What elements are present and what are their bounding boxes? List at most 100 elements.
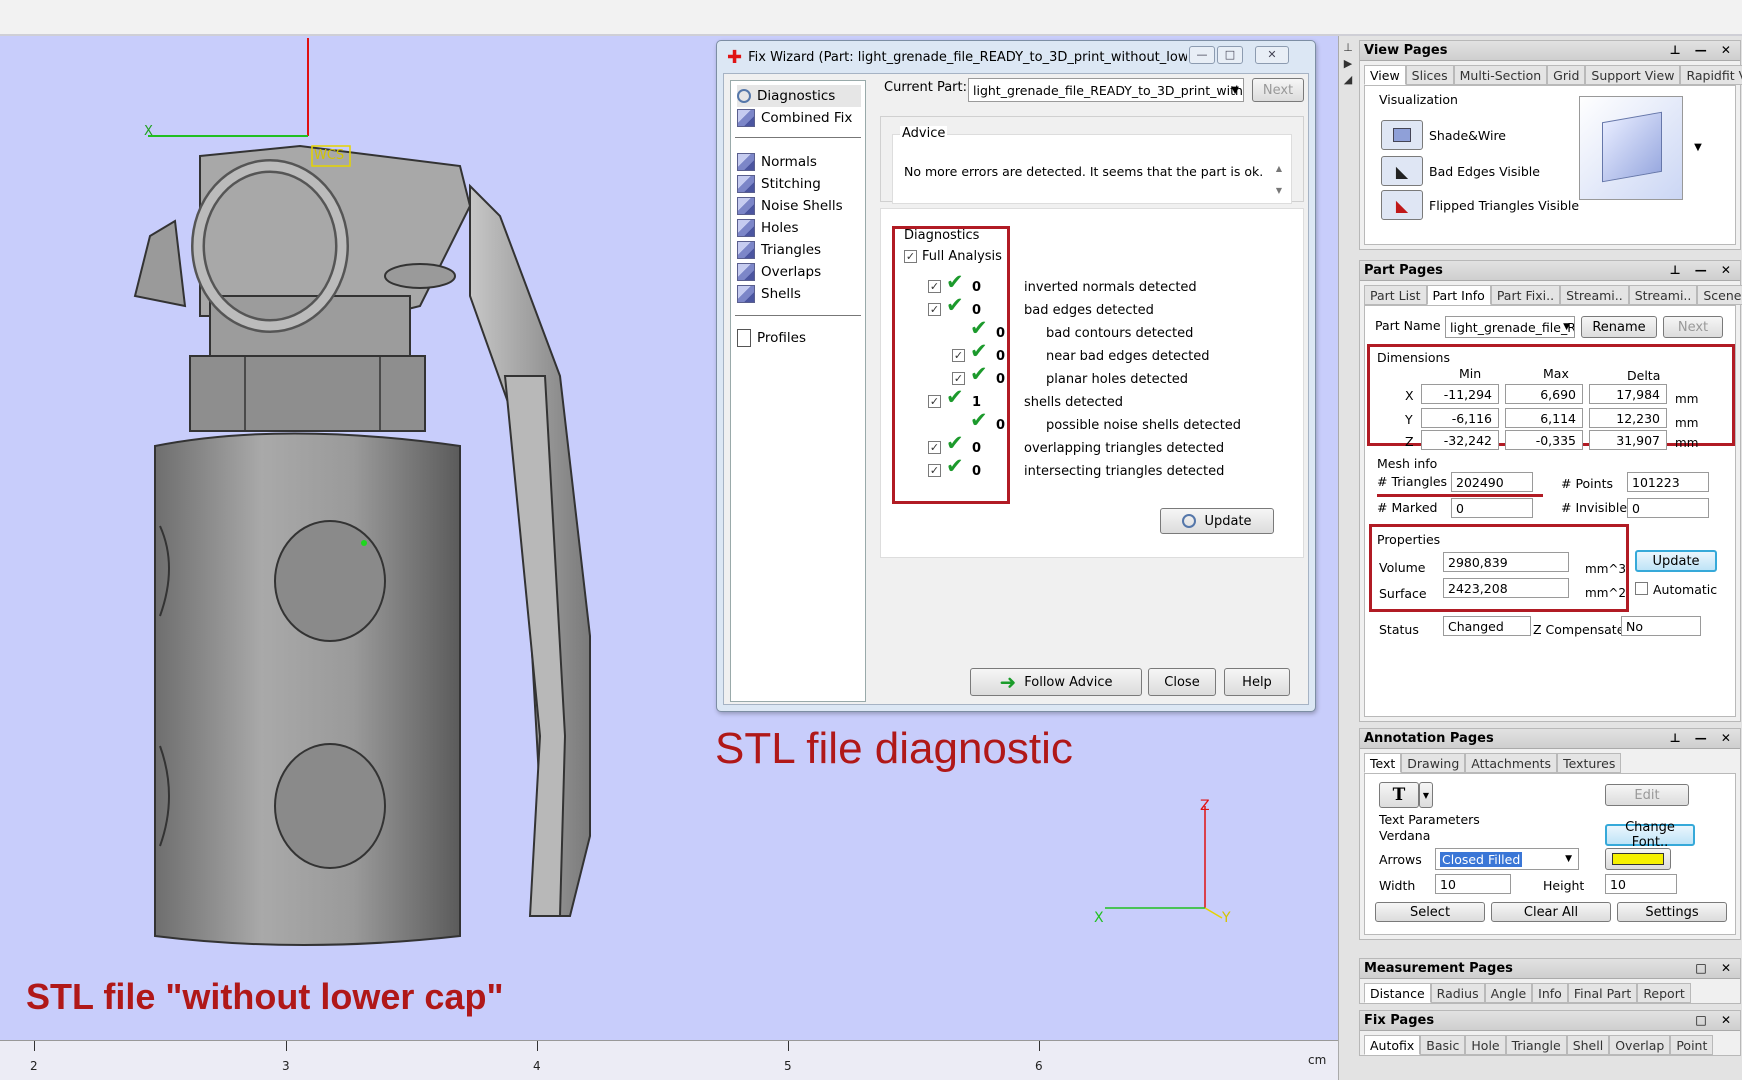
change-font-button[interactable]: Change Font.. (1605, 820, 1695, 850)
arrow-down-icon[interactable]: ◢ (1344, 73, 1352, 86)
z-max-field[interactable]: -0,335 (1505, 430, 1583, 450)
tab-basic[interactable]: Basic (1420, 1035, 1466, 1055)
rename-button[interactable]: Rename (1581, 316, 1657, 338)
ruler-unit: cm (1308, 1053, 1327, 1067)
follow-advice-button[interactable]: ➜ Follow Advice (970, 668, 1142, 696)
nav-diagnostics[interactable]: Diagnostics (737, 85, 861, 107)
properties-update-button[interactable]: Update (1635, 550, 1717, 572)
tab-angle[interactable]: Angle (1484, 983, 1533, 1003)
ruler-label: 5 (784, 1059, 792, 1073)
tab-textures[interactable]: Textures (1557, 753, 1622, 773)
marked-field[interactable]: 0 (1451, 498, 1533, 518)
tab-part-fixing[interactable]: Part Fixi.. (1490, 285, 1561, 305)
x-delta-field[interactable]: 17,984 (1589, 384, 1667, 404)
tab-rapidfit-view[interactable]: Rapidfit View (1680, 65, 1742, 85)
triangles-field[interactable]: 202490 (1451, 472, 1533, 492)
height-field[interactable]: 10 (1605, 874, 1677, 894)
tab-drawing[interactable]: Drawing (1401, 753, 1466, 773)
text-tool-button[interactable]: T (1379, 782, 1419, 808)
maximize-button[interactable]: □ (1217, 46, 1243, 64)
tab-streamics-2[interactable]: Streami.. (1628, 285, 1698, 305)
nav-profiles[interactable]: Profiles (737, 327, 806, 349)
dialog-titlebar[interactable]: ✚ Fix Wizard (Part: light_grenade_file_R… (727, 47, 1187, 67)
tab-info[interactable]: Info (1532, 983, 1568, 1003)
help-button[interactable]: Help (1224, 668, 1290, 696)
tab-streamics-1[interactable]: Streami.. (1560, 285, 1629, 305)
bad-edges-button[interactable]: ◣ (1381, 156, 1423, 186)
tab-part-info[interactable]: Part Info (1426, 285, 1491, 305)
z-delta-field[interactable]: 31,907 (1589, 430, 1667, 450)
tab-text[interactable]: Text (1364, 753, 1402, 773)
part-name-select[interactable]: light_grenade_file_RE ▼ (1445, 316, 1575, 338)
chevron-down-icon: ▼ (1565, 854, 1572, 864)
panel-controls[interactable]: □ ✕ (1695, 961, 1736, 975)
tab-point[interactable]: Point (1670, 1035, 1714, 1055)
advice-scrollbar[interactable]: ▲ ▼ (1272, 158, 1286, 204)
nav-overlaps[interactable]: Overlaps (737, 261, 821, 283)
tab-triangle[interactable]: Triangle (1505, 1035, 1567, 1055)
panel-controls[interactable]: ⊥ — ✕ (1670, 43, 1736, 57)
x-min-field[interactable]: -11,294 (1421, 384, 1499, 404)
nav-shells[interactable]: Shells (737, 283, 801, 305)
shade-wire-button[interactable] (1381, 120, 1423, 150)
clear-all-button[interactable]: Clear All (1491, 902, 1611, 922)
tab-support-view[interactable]: Support View (1585, 65, 1681, 85)
pin-icon[interactable]: ⊥ (1343, 41, 1353, 54)
y-delta-field[interactable]: 12,230 (1589, 408, 1667, 428)
y-min-field[interactable]: -6,116 (1421, 408, 1499, 428)
axis-x-label: X (144, 124, 153, 139)
tab-shell[interactable]: Shell (1566, 1035, 1610, 1055)
tab-slices[interactable]: Slices (1405, 65, 1454, 85)
tab-attachments[interactable]: Attachments (1465, 753, 1558, 773)
tab-grid[interactable]: Grid (1547, 65, 1586, 85)
tab-radius[interactable]: Radius (1430, 983, 1485, 1003)
nav-holes[interactable]: Holes (737, 217, 799, 239)
edit-label: Edit (1634, 787, 1660, 803)
settings-button[interactable]: Settings (1617, 902, 1727, 922)
arrows-select[interactable]: Closed Filled ▼ (1435, 848, 1579, 870)
nav-normals[interactable]: Normals (737, 151, 817, 173)
color-picker-button[interactable] (1605, 848, 1671, 870)
view-cube-selector[interactable] (1579, 96, 1683, 200)
tab-part-list[interactable]: Part List (1364, 285, 1427, 305)
tab-final-part[interactable]: Final Part (1567, 983, 1638, 1003)
edit-button[interactable]: Edit (1605, 784, 1689, 806)
tab-report[interactable]: Report (1637, 983, 1691, 1003)
minimize-button[interactable]: — (1189, 46, 1215, 64)
flipped-triangles-button[interactable]: ◣ (1381, 190, 1423, 220)
invisible-field[interactable]: 0 (1627, 498, 1709, 518)
nav-noise-shells[interactable]: Noise Shells (737, 195, 843, 217)
y-max-field[interactable]: 6,114 (1505, 408, 1583, 428)
tab-distance[interactable]: Distance (1364, 983, 1431, 1003)
tab-autofix[interactable]: Autofix (1364, 1035, 1421, 1055)
z-min-field[interactable]: -32,242 (1421, 430, 1499, 450)
update-button[interactable]: Update (1160, 508, 1274, 534)
points-field[interactable]: 101223 (1627, 472, 1709, 492)
panel-controls[interactable]: □ ✕ (1695, 1013, 1736, 1027)
next-button[interactable]: Next (1252, 78, 1304, 102)
width-field[interactable]: 10 (1435, 874, 1511, 894)
text-tool-dropdown[interactable]: ▼ (1419, 782, 1433, 808)
automatic-checkbox[interactable] (1635, 582, 1648, 595)
surface-field[interactable]: 2423,208 (1443, 578, 1569, 598)
volume-field[interactable]: 2980,839 (1443, 552, 1569, 572)
tab-hole[interactable]: Hole (1465, 1035, 1506, 1055)
nav-triangles[interactable]: Triangles (737, 239, 821, 261)
tab-multi-section[interactable]: Multi-Section (1453, 65, 1548, 85)
panel-controls[interactable]: ⊥ — ✕ (1670, 263, 1736, 277)
tab-view[interactable]: View (1364, 65, 1406, 85)
panel-controls[interactable]: ⊥ — ✕ (1670, 731, 1736, 745)
x-max-field[interactable]: 6,690 (1505, 384, 1583, 404)
nav-combined-fix[interactable]: Combined Fix (737, 107, 852, 129)
select-button[interactable]: Select (1375, 902, 1485, 922)
view-dropdown[interactable]: ▼ (1691, 96, 1705, 200)
current-part-select[interactable]: light_grenade_file_READY_to_3D_print_wit… (968, 78, 1244, 102)
arrow-right-icon[interactable]: ▶ (1344, 57, 1352, 70)
marked-value: 0 (1456, 500, 1464, 516)
close-window-button[interactable]: ✕ (1255, 46, 1289, 64)
close-button[interactable]: Close (1148, 668, 1216, 696)
tab-overlap[interactable]: Overlap (1609, 1035, 1671, 1055)
next-part-button[interactable]: Next (1663, 316, 1723, 338)
nav-stitching[interactable]: Stitching (737, 173, 821, 195)
tab-scenes[interactable]: Scenes (1697, 285, 1742, 305)
